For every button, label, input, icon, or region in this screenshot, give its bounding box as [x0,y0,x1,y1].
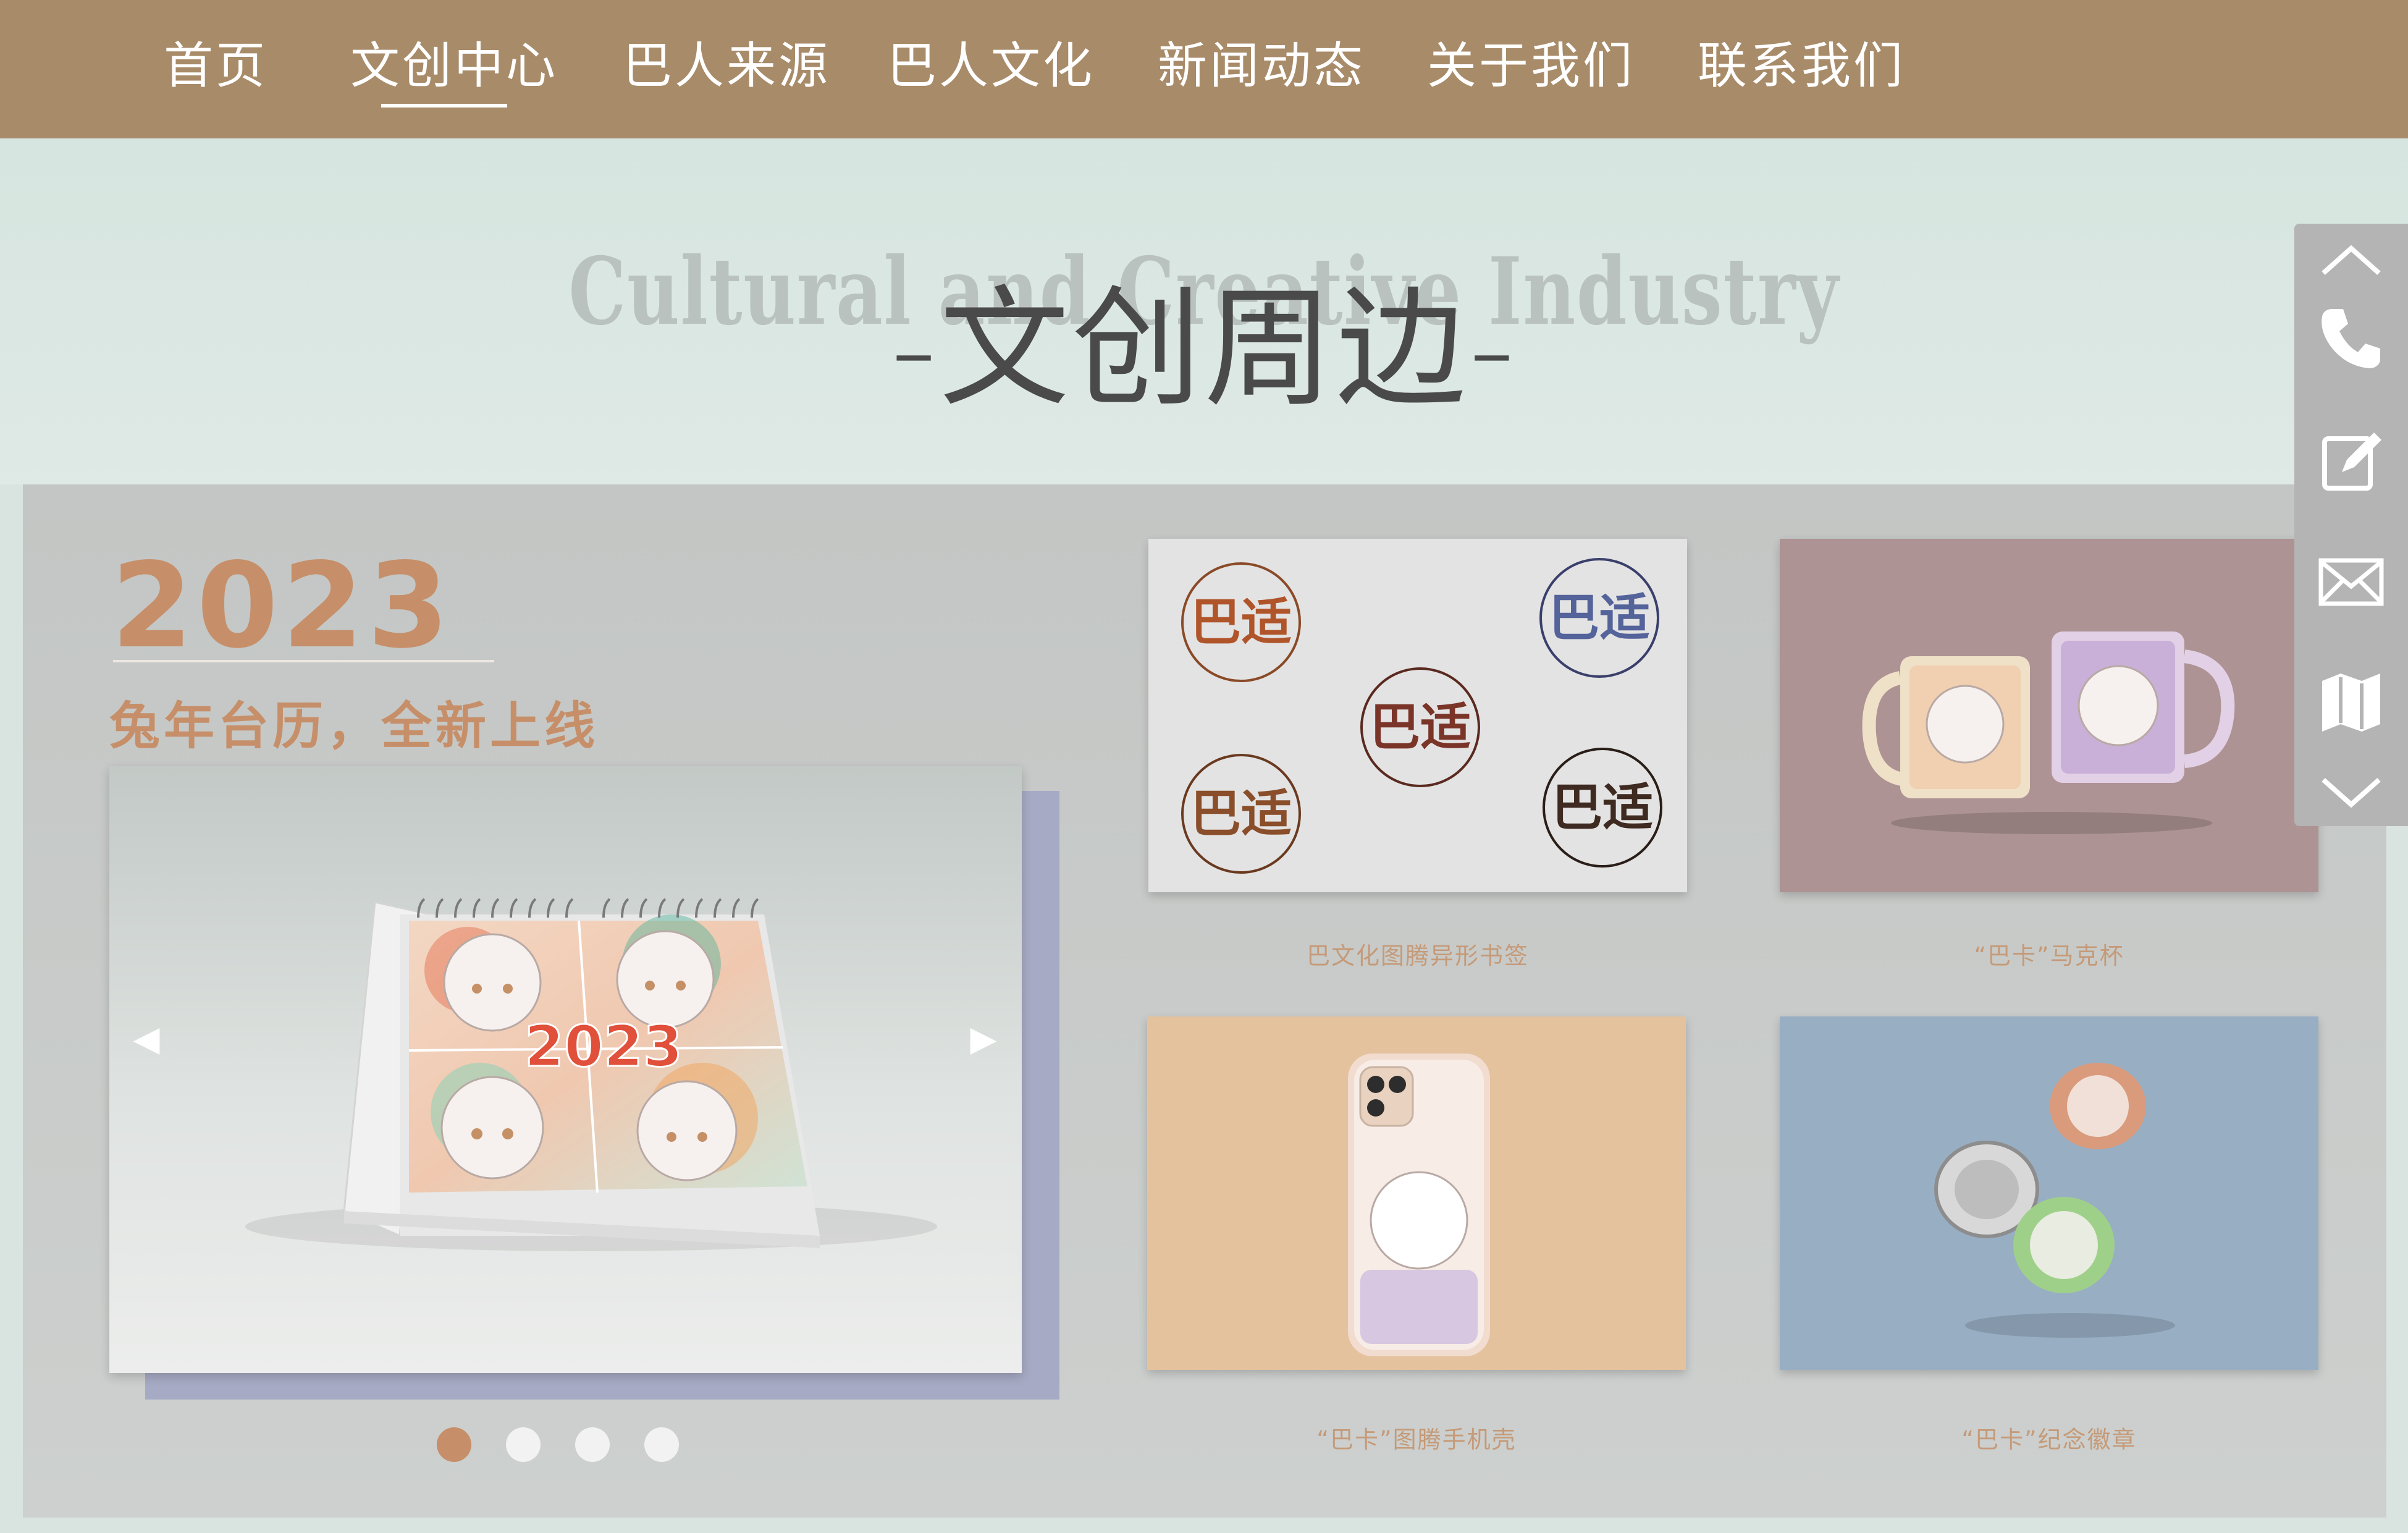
scroll-up-button[interactable] [2294,229,2408,290]
chevron-down-icon [2322,778,2381,808]
nav-item-home[interactable]: 首页 [164,32,267,100]
feature-year: 2023 [111,538,453,674]
product-card-mug[interactable] [1780,539,2318,892]
bookmark-logo-text: 巴适 [1549,588,1650,648]
product-card-bookmark[interactable]: 巴适 巴适 巴适 巴适 巴适 [1148,539,1687,892]
slide-next-arrow[interactable]: ▶ [965,1021,1002,1058]
mugs-image [1862,631,2235,834]
product-card-badge[interactable] [1780,1016,2318,1370]
scroll-down-button[interactable] [2294,761,2408,823]
nav-item-news[interactable]: 新闻动态 [1158,32,1365,100]
slide-dot-4[interactable] [644,1427,679,1462]
edit-icon [2322,433,2381,491]
slide-dot-3[interactable] [575,1427,610,1462]
badges-image [1934,1063,2175,1338]
bookmark-logo-text: 巴适 [1370,698,1471,757]
product-caption-phone-case: “巴卡”图腾手机壳 [1316,1426,1517,1453]
feature-tagline: 兔年台历，全新上线 [109,697,599,756]
hero-banner: Cultural and Creative Industry -文创周边- [0,138,2408,484]
bookmark-logo-text: 巴适 [1552,778,1653,837]
hero-title-cn: -文创周边- [890,273,1518,424]
bookmark-logo-text: 巴适 [1190,784,1292,843]
product-card-phone-case[interactable] [1147,1016,1686,1370]
product-caption-badge: “巴卡”纪念徽章 [1961,1426,2137,1453]
slide-prev-arrow[interactable]: ◀ [128,1021,165,1058]
phone-icon [2322,309,2380,368]
side-toolbar [2294,224,2408,826]
desk-calendar-image: 2023 [245,898,937,1251]
mail-button[interactable] [2294,536,2408,628]
nav-item-about[interactable]: 关于我们 [1427,32,1635,100]
chevron-up-icon [2322,245,2381,275]
bookmark-logo-text: 巴适 [1190,593,1292,652]
top-nav: 首页 文创中心 巴人来源 巴人文化 新闻动态 关于我们 联系我们 [0,0,2408,138]
phone-case-image [1348,1054,1490,1356]
calendar-slide[interactable]: 2023 ◀ ▶ [109,766,1022,1373]
map-button[interactable] [2294,656,2408,749]
calendar-year-text: 2023 [524,1013,683,1079]
map-icon [2322,674,2380,732]
nav-item-creative-center[interactable]: 文创中心 [350,32,558,100]
nav-item-origin[interactable]: 巴人来源 [623,32,830,100]
nav-item-culture[interactable]: 巴人文化 [887,32,1095,100]
bookmark-logos-image: 巴适 巴适 巴适 巴适 巴适 [1181,558,1662,874]
product-caption-bookmark: 巴文化图腾异形书签 [1306,942,1529,969]
nav-item-contact[interactable]: 联系我们 [1698,32,1905,100]
phone-button[interactable] [2294,292,2408,384]
feedback-button[interactable] [2294,415,2408,508]
product-caption-mug: “巴卡”马克杯 [1974,942,2124,969]
slide-dot-2[interactable] [506,1427,541,1462]
slide-dot-1[interactable] [437,1427,471,1462]
nav-active-underline [381,104,507,108]
mail-icon [2318,558,2384,606]
feature-divider [113,660,494,662]
